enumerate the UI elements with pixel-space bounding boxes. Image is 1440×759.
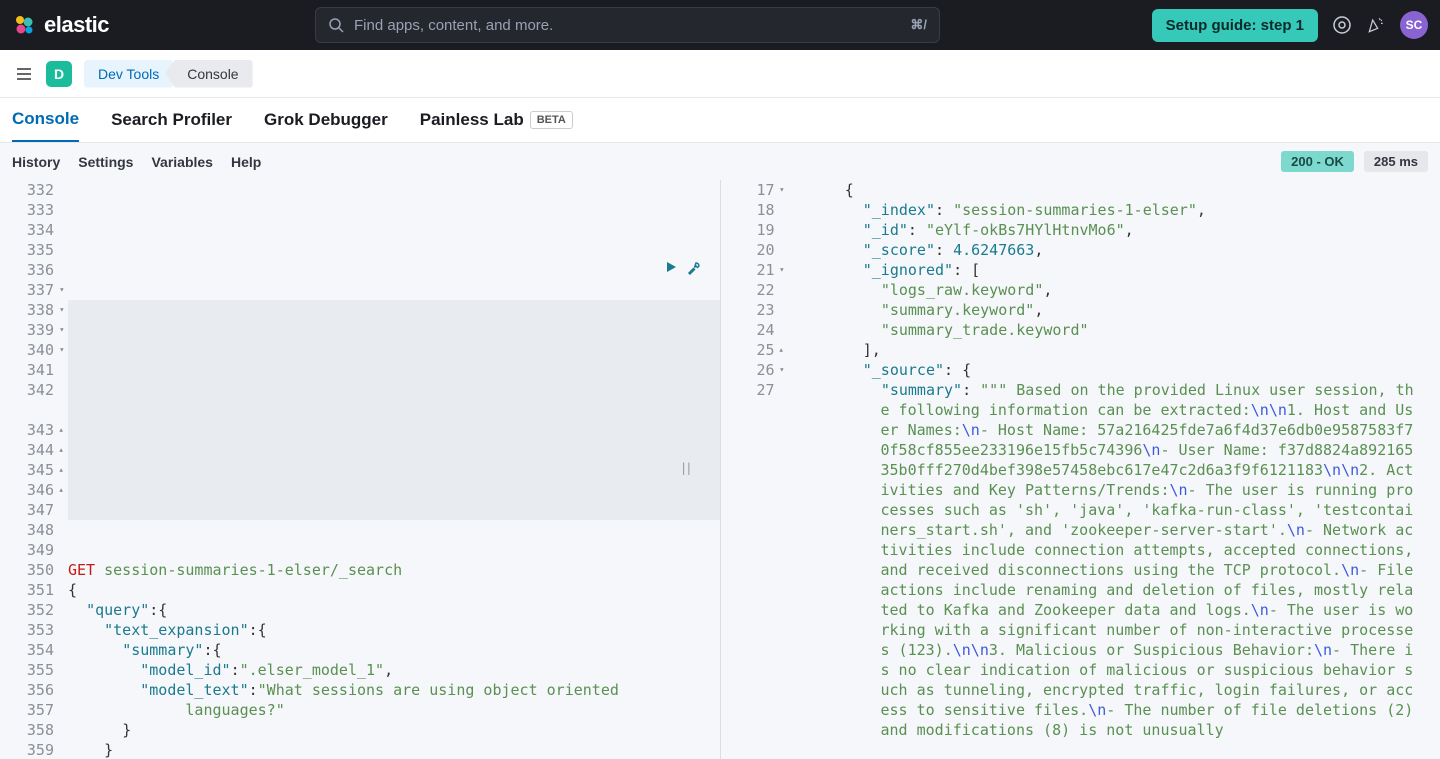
search-placeholder: Find apps, content, and more. (354, 17, 900, 34)
global-search[interactable]: Find apps, content, and more. ⌘/ (315, 7, 940, 43)
tools-nav: Console Search Profiler Grok Debugger Pa… (0, 98, 1440, 143)
header-right: Setup guide: step 1 SC (1152, 9, 1428, 42)
pane-divider[interactable]: || (680, 458, 690, 478)
tab-search-profiler[interactable]: Search Profiler (111, 98, 232, 142)
toolbar-history[interactable]: History (12, 154, 60, 170)
setup-guide-button[interactable]: Setup guide: step 1 (1152, 9, 1318, 42)
cheer-icon[interactable] (1366, 15, 1386, 35)
editor-area: 3323333343353363373383393403413423433443… (0, 180, 1440, 759)
user-avatar[interactable]: SC (1400, 11, 1428, 39)
request-actions (664, 260, 702, 276)
circle-icon[interactable] (1332, 15, 1352, 35)
request-gutter: 3323333343353363373383393403413423433443… (0, 180, 62, 759)
response-code[interactable]: { "_index": "session-summaries-1-elser",… (783, 180, 1440, 759)
space-badge[interactable]: D (46, 61, 72, 87)
request-pane[interactable]: 3323333343353363373383393403413423433443… (0, 180, 721, 759)
search-kbd: ⌘/ (910, 17, 927, 33)
sub-header: D Dev Tools Console (0, 50, 1440, 98)
console-toolbar: History Settings Variables Help 200 - OK… (0, 143, 1440, 180)
elastic-logo-icon (12, 13, 36, 37)
play-icon[interactable] (664, 260, 678, 274)
tab-painless-lab[interactable]: Painless Lab BETA (420, 98, 573, 142)
response-pane[interactable]: 1718192021222324252627 { "_index": "sess… (721, 180, 1440, 759)
response-gutter: 1718192021222324252627 (721, 180, 783, 759)
wrench-icon[interactable] (686, 260, 702, 276)
tab-console[interactable]: Console (12, 98, 79, 142)
search-icon (328, 17, 344, 33)
elastic-logo[interactable]: elastic (12, 12, 109, 38)
top-header: elastic Find apps, content, and more. ⌘/… (0, 0, 1440, 50)
logo-text: elastic (44, 12, 109, 38)
toolbar-settings[interactable]: Settings (78, 154, 133, 170)
status-badge: 200 - OK (1281, 151, 1354, 172)
toolbar-help[interactable]: Help (231, 154, 261, 170)
beta-badge: BETA (530, 111, 573, 129)
menu-icon[interactable] (14, 64, 34, 84)
breadcrumb-console[interactable]: Console (165, 60, 252, 88)
toolbar-variables[interactable]: Variables (151, 154, 213, 170)
time-badge: 285 ms (1364, 151, 1428, 172)
tab-grok-debugger[interactable]: Grok Debugger (264, 98, 388, 142)
request-code[interactable]: GET session-summaries-1-elser/_search{ "… (62, 180, 720, 759)
